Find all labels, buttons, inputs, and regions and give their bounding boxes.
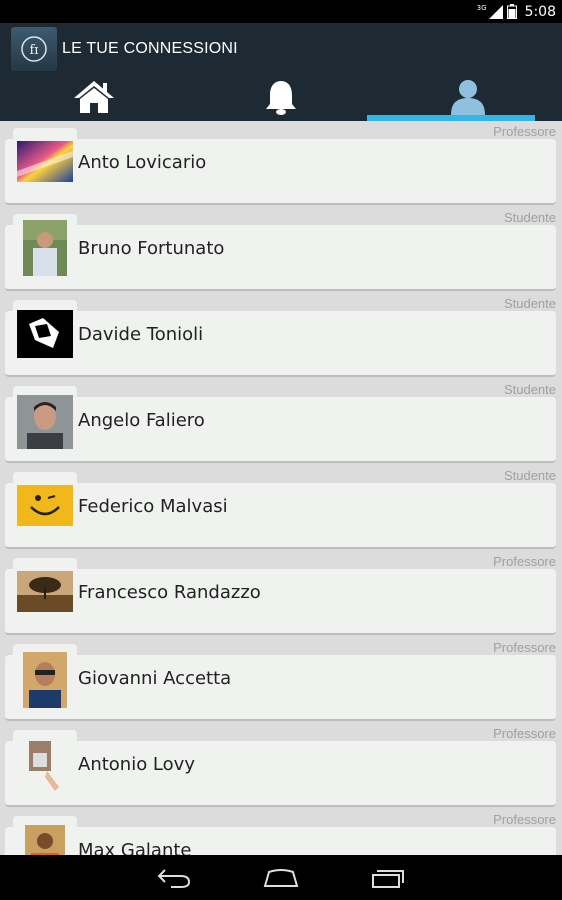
tab-bar	[0, 73, 562, 121]
role-label: Professore	[493, 812, 556, 827]
back-icon[interactable]	[157, 867, 191, 889]
signal-icon	[488, 4, 503, 19]
list-item[interactable]: Studente Federico Malvasi	[0, 465, 562, 551]
avatar	[17, 310, 73, 358]
avatar	[25, 825, 65, 855]
connection-name: Giovanni Accetta	[78, 668, 232, 689]
avatar	[23, 220, 67, 276]
list-item[interactable]: Professore Francesco Randazzo	[0, 551, 562, 637]
battery-icon	[506, 4, 517, 19]
list-item[interactable]: Studente Davide Tonioli	[0, 293, 562, 379]
bell-icon	[265, 81, 296, 115]
app-logo-icon[interactable]: fɪ	[11, 27, 57, 71]
avatar	[23, 652, 67, 708]
list-item[interactable]: Professore Antonio Lovy	[0, 723, 562, 809]
network-type: 3G	[476, 3, 487, 12]
avatar	[17, 571, 73, 612]
role-label: Studente	[503, 382, 556, 397]
list-item[interactable]: Professore Max Galante	[0, 809, 562, 855]
role-label: Professore	[493, 124, 556, 139]
page-title: LE TUE CONNESSIONI	[62, 40, 238, 57]
connection-name: Bruno Fortunato	[78, 238, 225, 259]
role-label: Professore	[493, 554, 556, 569]
role-label: Studente	[503, 468, 556, 483]
home-icon	[73, 81, 114, 113]
avatar	[17, 141, 73, 182]
svg-text:fɪ: fɪ	[30, 43, 39, 58]
list-item[interactable]: Studente Angelo Faliero	[0, 379, 562, 465]
avatar	[17, 485, 73, 526]
connection-name: Max Galante	[78, 840, 192, 855]
role-label: Professore	[493, 726, 556, 741]
role-label: Studente	[503, 210, 556, 225]
connections-list[interactable]: Professore Anto Lovicario Studente Bruno…	[0, 121, 562, 855]
connection-name: Davide Tonioli	[78, 324, 204, 345]
person-icon	[451, 80, 486, 115]
system-nav-bar	[0, 855, 562, 900]
connection-name: Federico Malvasi	[78, 496, 228, 517]
list-item[interactable]: Professore Giovanni Accetta	[0, 637, 562, 723]
action-bar: fɪ LE TUE CONNESSIONI	[0, 23, 562, 121]
connection-name: Antonio Lovy	[78, 754, 195, 775]
avatar	[17, 395, 73, 449]
role-label: Professore	[493, 640, 556, 655]
tab-notifications[interactable]	[187, 73, 374, 121]
home-nav-icon[interactable]	[263, 868, 299, 888]
tab-connections[interactable]	[375, 73, 562, 121]
status-bar: 3G 5:08	[0, 0, 562, 23]
connection-name: Francesco Randazzo	[78, 582, 261, 603]
clock: 5:08	[524, 3, 556, 20]
tab-home[interactable]	[0, 73, 187, 121]
role-label: Studente	[503, 296, 556, 311]
recent-apps-icon[interactable]	[371, 867, 405, 889]
connection-name: Anto Lovicario	[78, 152, 207, 173]
list-item[interactable]: Studente Bruno Fortunato	[0, 207, 562, 293]
connection-name: Angelo Faliero	[78, 410, 205, 431]
avatar	[25, 737, 65, 793]
list-item[interactable]: Professore Anto Lovicario	[0, 121, 562, 207]
